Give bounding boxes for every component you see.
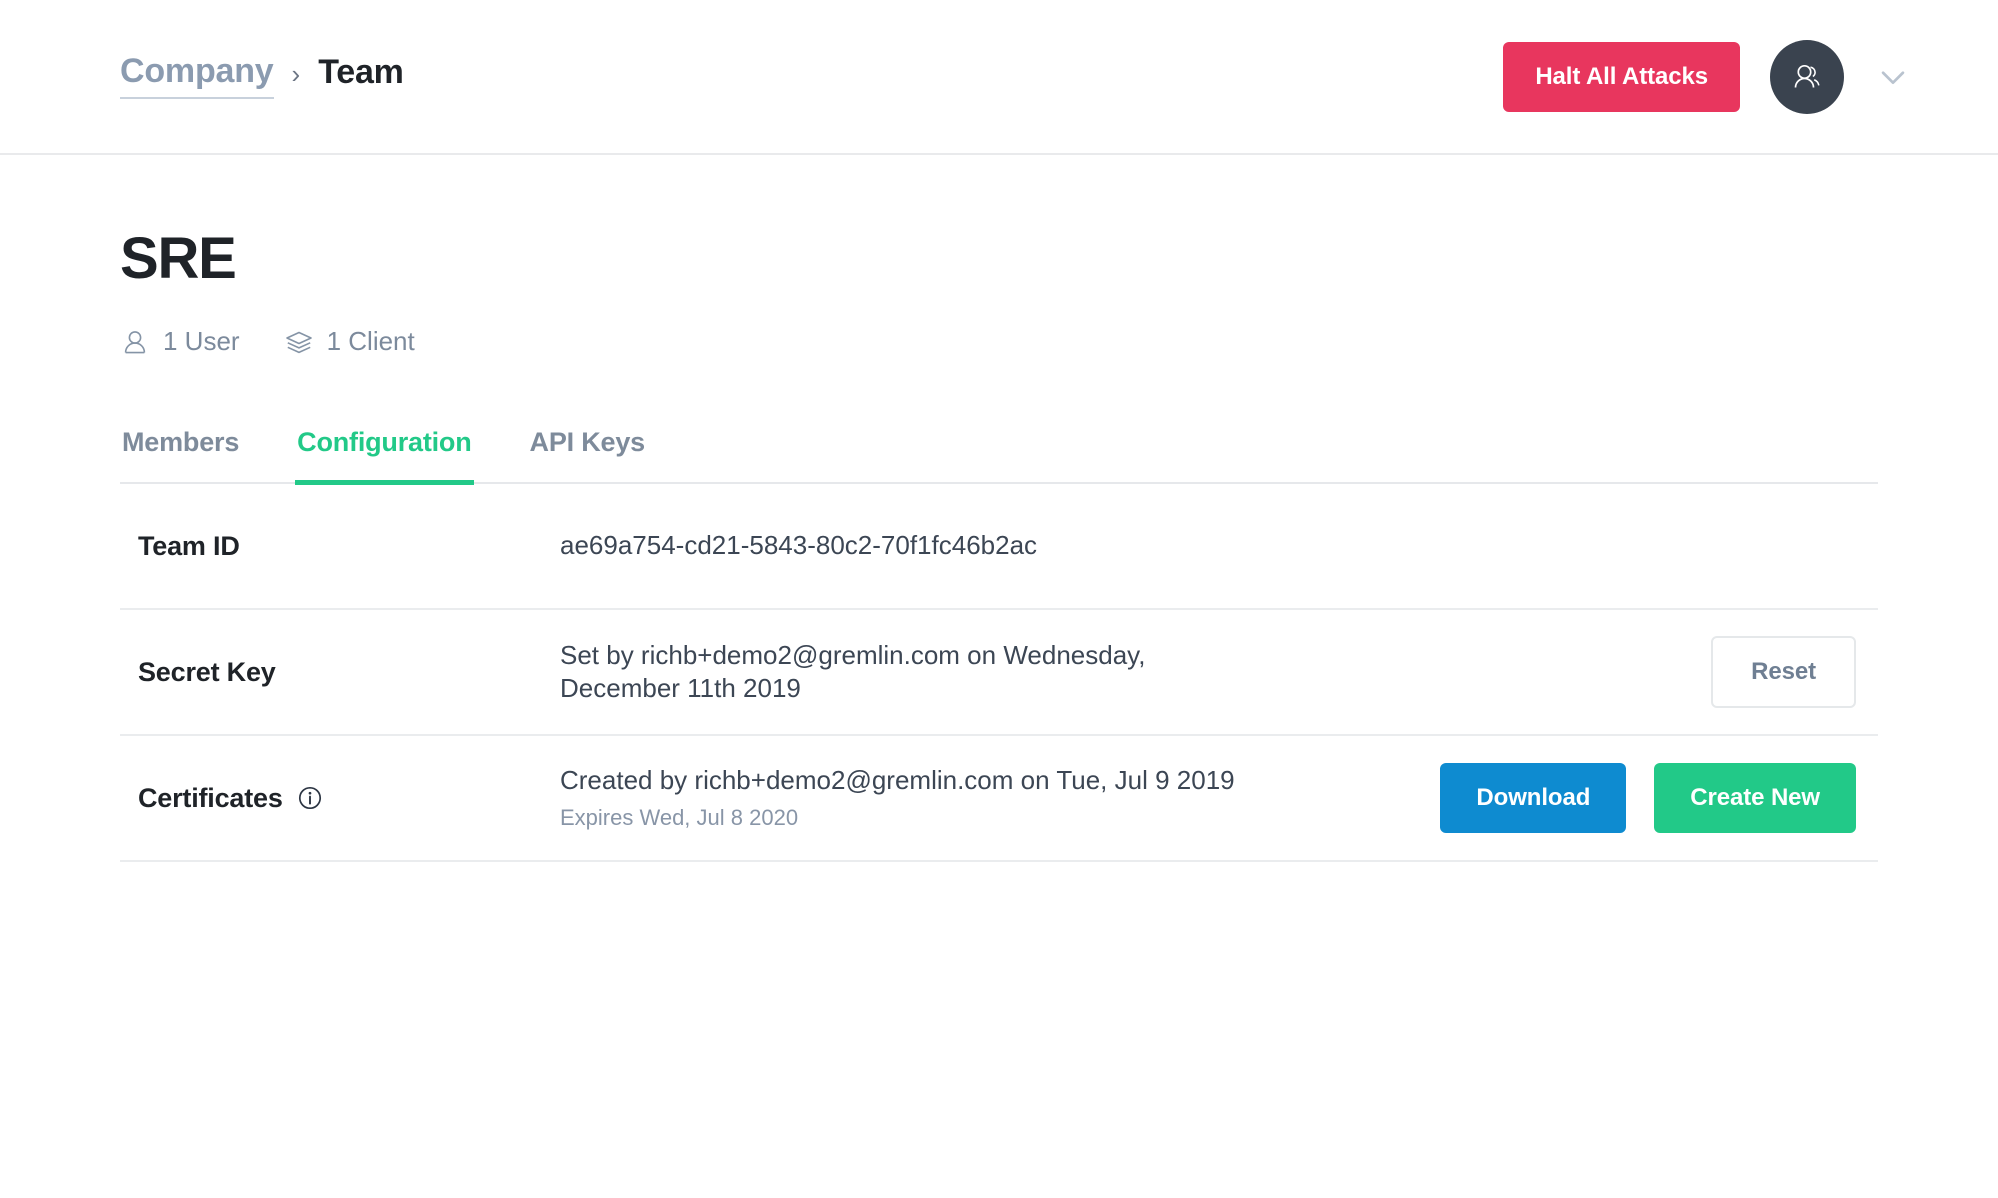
info-icon[interactable]: [297, 785, 323, 811]
team-meta-row: 1 User 1 Client: [120, 326, 1878, 357]
top-bar-actions: Halt All Attacks: [1503, 39, 1910, 114]
certificates-label-wrap: Certificates: [120, 783, 560, 814]
user-icon: [124, 330, 146, 353]
team-id-value: ae69a754-cd21-5843-80c2-70f1fc46b2ac: [560, 530, 1038, 561]
meta-item-clients: 1 Client: [284, 326, 415, 357]
secret-key-label: Secret Key: [138, 656, 276, 687]
layers-icon: [285, 331, 312, 353]
certificates-label: Certificates: [138, 782, 283, 813]
config-row-certificates: Certificates Created by richb+demo2@grem…: [120, 736, 1878, 862]
chevron-down-icon[interactable]: [1876, 60, 1910, 94]
breadcrumb-current-team: Team: [318, 52, 404, 91]
breadcrumb: Company › Team: [120, 53, 404, 101]
page-content: SRE 1 User 1 Client Members Configuratio…: [0, 230, 1998, 862]
secret-key-actions: Reset: [1711, 636, 1878, 708]
secret-key-value-line1: Set by richb+demo2@gremlin.com on: [560, 639, 997, 670]
meta-label-clients: 1 Client: [326, 326, 415, 356]
users-icon: [1794, 64, 1820, 88]
certificates-expiry: Expires Wed, Jul 8 2020: [560, 804, 799, 830]
avatar[interactable]: [1770, 39, 1844, 114]
certificates-value: Created by richb+demo2@gremlin.com on Tu…: [560, 764, 1260, 831]
team-id-label: Team ID: [138, 530, 240, 561]
secret-key-value: Set by richb+demo2@gremlin.com on Wednes…: [560, 639, 1260, 706]
top-navigation-bar: Company › Team Halt All Attacks: [0, 0, 1998, 155]
page-title: SRE: [120, 226, 237, 291]
reset-secret-key-button[interactable]: Reset: [1711, 636, 1856, 708]
meta-label-users: 1 User: [163, 326, 240, 356]
breadcrumb-company-link[interactable]: Company: [120, 53, 274, 99]
halt-all-attacks-button[interactable]: Halt All Attacks: [1503, 41, 1740, 112]
tab-members[interactable]: Members: [120, 427, 241, 485]
config-row-team-id: Team ID ae69a754-cd21-5843-80c2-70f1fc46…: [120, 484, 1878, 610]
create-new-certificate-button[interactable]: Create New: [1654, 763, 1856, 833]
certificates-value-line1: Created by richb+demo2@gremlin.com on: [560, 765, 1050, 796]
download-certificate-button[interactable]: Download: [1440, 763, 1627, 833]
breadcrumb-separator-icon: ›: [291, 59, 301, 89]
tab-configuration[interactable]: Configuration: [295, 427, 474, 485]
tab-api-keys[interactable]: API Keys: [528, 427, 647, 485]
config-row-secret-key: Secret Key Set by richb+demo2@gremlin.co…: [120, 610, 1878, 736]
meta-item-users: 1 User: [120, 326, 240, 357]
certificates-actions: Download Create New: [1440, 763, 1878, 833]
tab-bar: Members Configuration API Keys: [120, 427, 1878, 485]
certificates-value-line2: Tue, Jul 9 2019: [1056, 765, 1235, 796]
